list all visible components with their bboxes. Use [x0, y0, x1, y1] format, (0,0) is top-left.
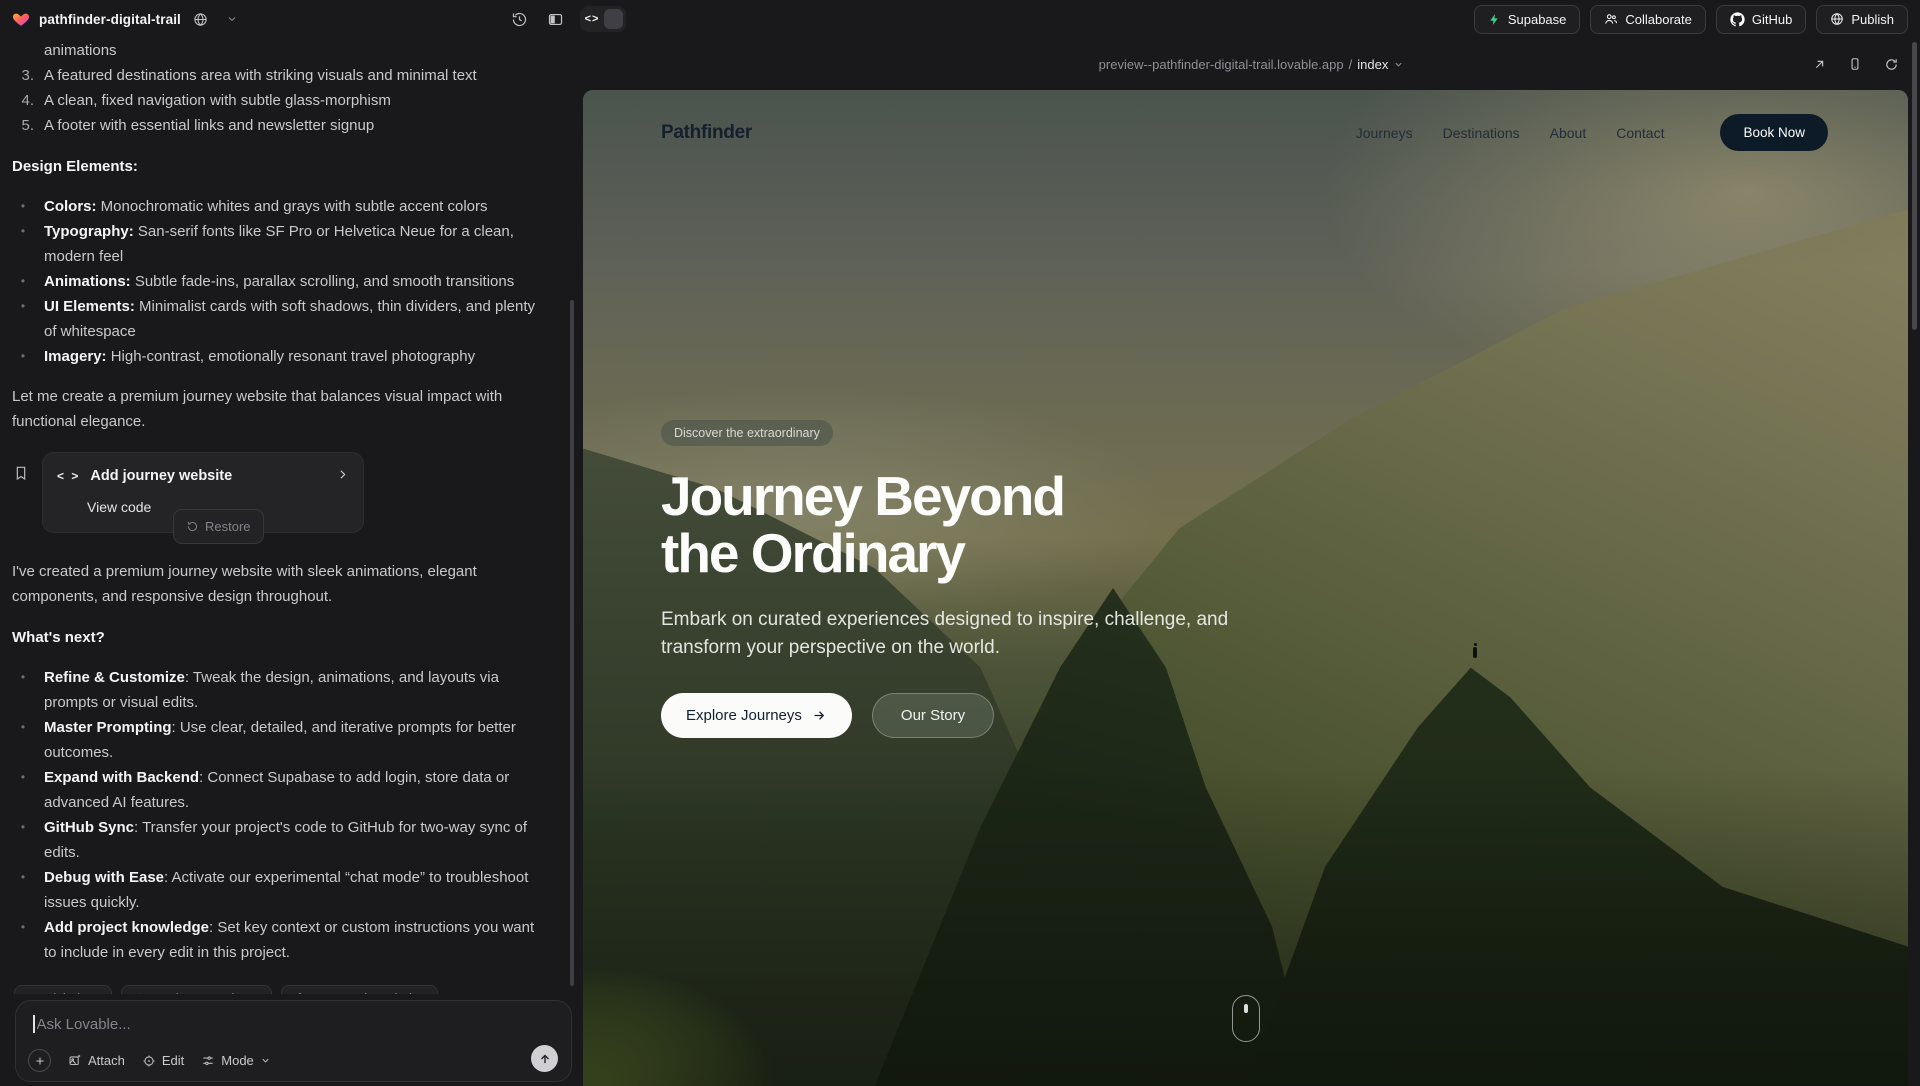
list-item: 5. A footer with essential links and new…: [12, 113, 553, 138]
arrow-right-icon: [812, 708, 827, 723]
nav-journeys[interactable]: Journeys: [1356, 125, 1413, 141]
text-caret: [33, 1015, 35, 1033]
nav-contact[interactable]: Contact: [1616, 125, 1664, 141]
chevron-down-icon: [260, 1055, 271, 1066]
publish-globe-icon: [1830, 12, 1844, 26]
hero-subtitle: Embark on curated experiences designed t…: [661, 606, 1246, 661]
hero-title: Journey Beyond the Ordinary: [661, 468, 1246, 582]
chat-bubble-icon: [133, 992, 146, 995]
hiker-silhouette: [1473, 647, 1477, 658]
action-card-title: Add journey website: [90, 464, 326, 489]
target-icon: [142, 1054, 156, 1068]
restore-preview-pill: Restore Preview: [173, 509, 264, 544]
supabase-button[interactable]: Supabase: [1474, 5, 1581, 34]
project-name[interactable]: pathfinder-digital-trail: [39, 12, 181, 27]
preview-url[interactable]: preview--pathfinder-digital-trail.lovabl…: [1099, 57, 1405, 72]
chevron-right-icon[interactable]: [336, 464, 349, 489]
chat-panel: animations 3. A featured destinations ar…: [0, 38, 583, 1086]
toggle-knob: [604, 9, 623, 29]
attach-button[interactable]: Attach: [68, 1053, 125, 1068]
nav-about[interactable]: About: [1550, 125, 1587, 141]
explore-supabase-chip[interactable]: Explore Supabase: [121, 985, 271, 994]
scroll-indicator-mouse-icon: [1232, 995, 1260, 1042]
site-header: Pathfinder Journeys Destinations About C…: [583, 90, 1908, 151]
collaborate-button[interactable]: Collaborate: [1590, 5, 1706, 34]
panel-layout-icon[interactable]: [544, 8, 566, 30]
site-nav: Journeys Destinations About Contact Book…: [1356, 114, 1828, 151]
hero-section: Discover the extraordinary Journey Beyon…: [661, 420, 1246, 738]
bullet-item: • Expand with Backend: Connect Supabase …: [12, 765, 553, 815]
add-button[interactable]: [28, 1049, 51, 1072]
bullet-item: • Animations: Subtle fade-ins, parallax …: [12, 269, 553, 294]
publish-button[interactable]: Publish: [1816, 5, 1908, 34]
bullet-item: • Debug with Ease: Activate our experime…: [12, 865, 553, 915]
edit-button[interactable]: Edit: [142, 1053, 184, 1068]
chat-scrollbar[interactable]: [570, 300, 574, 986]
github-icon: [1730, 12, 1745, 27]
assistant-paragraph: Let me create a premium journey website …: [12, 384, 537, 434]
preview-scrollbar[interactable]: [1912, 42, 1917, 330]
restore-button[interactable]: Restore: [186, 514, 251, 539]
site-preview-frame: Pathfinder Journeys Destinations About C…: [583, 90, 1908, 1086]
lovable-app-window: pathfinder-digital-trail <> Sup: [0, 0, 1920, 1086]
chat-message-area[interactable]: animations 3. A featured destinations ar…: [0, 38, 573, 994]
refresh-icon[interactable]: [1882, 55, 1900, 73]
list-item: 3. A featured destinations area with str…: [12, 63, 553, 88]
hero-badge: Discover the extraordinary: [661, 420, 833, 446]
whats-next-heading: What's next?: [12, 625, 553, 650]
bullet-item: • GitHub Sync: Transfer your project's c…: [12, 815, 553, 865]
image-icon: [68, 1054, 82, 1068]
code-view-toggle[interactable]: <>: [580, 6, 626, 32]
list-item-continuation: animations: [12, 38, 553, 63]
list-item: 4. A clean, fixed navigation with subtle…: [12, 88, 553, 113]
bookmark-icon[interactable]: [13, 464, 29, 489]
globe-status-icon: [190, 8, 212, 30]
github-button[interactable]: GitHub: [1716, 5, 1806, 34]
lovable-heart-logo-icon[interactable]: [12, 10, 30, 28]
restore-icon: [186, 520, 199, 533]
history-icon[interactable]: [508, 8, 530, 30]
app-topbar: pathfinder-digital-trail <> Sup: [0, 0, 1920, 38]
nav-destinations[interactable]: Destinations: [1443, 125, 1520, 141]
code-brackets-icon: < >: [57, 464, 80, 489]
assistant-paragraph: I've created a premium journey website w…: [12, 559, 537, 609]
edit-action-card[interactable]: < > Add journey website View code Restor…: [42, 452, 364, 533]
explore-journeys-button[interactable]: Explore Journeys: [661, 693, 852, 738]
mobile-view-icon[interactable]: [1846, 55, 1864, 73]
our-story-button[interactable]: Our Story: [872, 693, 994, 738]
chat-input-box[interactable]: Attach Edit Mode: [15, 1000, 572, 1082]
code-brackets-icon: <>: [580, 13, 604, 25]
bullet-item: • Master Prompting: Use clear, detailed,…: [12, 715, 553, 765]
supabase-bolt-icon: [1488, 13, 1501, 26]
project-menu-chevron-down-icon[interactable]: [221, 8, 243, 30]
bullet-item: • Typography: San-serif fonts like SF Pr…: [12, 219, 553, 269]
ask-lovable-input[interactable]: [37, 1016, 457, 1033]
users-icon: [1604, 12, 1618, 26]
preview-toolbar: preview--pathfinder-digital-trail.lovabl…: [583, 38, 1920, 90]
visit-docs-chip[interactable]: Visit docs: [14, 985, 112, 994]
manage-knowledge-chip[interactable]: Manage knowledge: [281, 985, 439, 994]
book-now-button[interactable]: Book Now: [1720, 114, 1828, 151]
open-external-icon[interactable]: [1810, 55, 1828, 73]
plus-icon: [34, 1055, 46, 1067]
mode-selector[interactable]: Mode: [201, 1053, 271, 1068]
graduation-cap-icon: [293, 991, 307, 994]
arrow-up-right-icon: [26, 992, 38, 994]
design-elements-heading: Design Elements:: [12, 154, 553, 179]
chevron-down-icon: [1393, 59, 1404, 70]
send-button[interactable]: [531, 1045, 558, 1072]
site-logo[interactable]: Pathfinder: [661, 122, 752, 144]
arrow-up-icon: [538, 1052, 552, 1066]
bullet-item: • Colors: Monochromatic whites and grays…: [12, 194, 553, 219]
bullet-item: • Imagery: High-contrast, emotionally re…: [12, 344, 553, 369]
bullet-item: • Add project knowledge: Set key context…: [12, 915, 553, 965]
sliders-icon: [201, 1054, 215, 1068]
bullet-item: • UI Elements: Minimalist cards with sof…: [12, 294, 553, 344]
bullet-item: • Refine & Customize: Tweak the design, …: [12, 665, 553, 715]
